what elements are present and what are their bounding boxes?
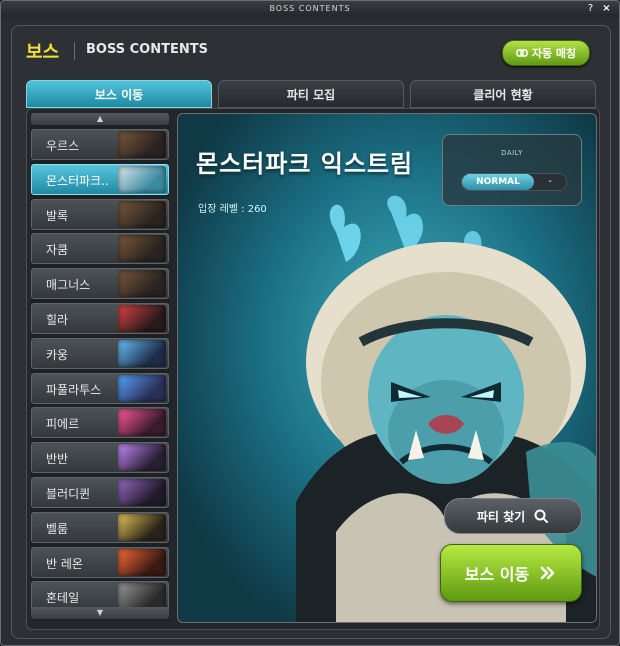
boss-name: 몬스터파크..	[46, 173, 109, 188]
scroll-down-button[interactable]: ▼	[31, 607, 169, 619]
boss-item-von-leon[interactable]: 반 레온	[31, 546, 169, 578]
boss-move-label: 보스 이동	[464, 565, 530, 584]
boss-thumbnail	[118, 513, 166, 541]
difficulty-normal: NORMAL	[462, 174, 534, 190]
boss-name: 자쿰	[46, 243, 69, 258]
boss-name: 피에르	[46, 417, 80, 432]
boss-name: 힐라	[46, 312, 69, 327]
boss-thumbnail	[118, 374, 166, 402]
chevron-down-icon: ▼	[96, 608, 104, 617]
boss-item-vellum[interactable]: 벨룸	[31, 511, 169, 543]
boss-thumbnail	[118, 131, 166, 158]
boss-move-button[interactable]: 보스 이동	[440, 544, 582, 602]
boss-detail: 몬스터파크 익스트림 입장 레벨 : 260 DAILY NORMAL - 파티…	[177, 113, 597, 623]
title-en: BOSS CONTENTS	[86, 42, 208, 57]
boss-name: 혼테일	[46, 591, 80, 606]
boss-item-zakum[interactable]: 자쿰	[31, 233, 169, 265]
help-button[interactable]: ?	[585, 3, 597, 15]
search-icon	[534, 509, 549, 523]
boss-thumbnail	[118, 478, 166, 506]
double-chevron-right-icon	[540, 566, 555, 580]
boss-item-pierre[interactable]: 피에르	[31, 407, 169, 439]
boss-name: 파풀라투스	[46, 382, 102, 397]
boss-item-hilla[interactable]: 힐라	[31, 302, 169, 334]
auto-match-label: 자동 매칭	[531, 47, 577, 60]
chevron-up-icon: ▲	[96, 114, 104, 123]
boss-item-kaung[interactable]: 카웅	[31, 337, 169, 369]
daily-label: DAILY	[501, 149, 523, 157]
tab-bar: 보스 이동 파티 모집 클리어 현황	[26, 80, 596, 108]
window-titlebar: BOSS CONTENTS ? ×	[1, 1, 619, 17]
tab-clear-status[interactable]: 클리어 현황	[410, 80, 596, 108]
find-party-label: 파티 찾기	[476, 509, 526, 524]
window-title: BOSS CONTENTS	[269, 4, 351, 13]
tab-label: 파티 모집	[286, 87, 336, 102]
boss-item-bloody-queen[interactable]: 블러디퀸	[31, 476, 169, 508]
boss-name: 반 레온	[46, 556, 83, 571]
boss-name: 카웅	[46, 347, 69, 362]
tab-label: 보스 이동	[94, 87, 144, 102]
difficulty-selector[interactable]: NORMAL -	[461, 173, 567, 191]
boss-item-balrog[interactable]: 발록	[31, 198, 169, 230]
boss-name: 우르스	[46, 139, 80, 153]
boss-item-papulatus[interactable]: 파풀라투스	[31, 372, 169, 404]
find-party-button[interactable]: 파티 찾기	[444, 498, 582, 534]
link-icon	[516, 49, 528, 57]
difficulty-count: -	[548, 176, 552, 187]
content-frame: 보스 BOSS CONTENTS 자동 매칭 보스 이동 파티 모집 클리어 현…	[11, 25, 611, 639]
boss-name: 매그너스	[46, 278, 91, 293]
boss-thumbnail	[118, 270, 166, 298]
boss-thumbnail	[118, 409, 166, 437]
boss-thumbnail	[118, 444, 166, 472]
scroll-up-button[interactable]: ▲	[31, 113, 169, 125]
boss-list-sidebar: ▲ 우르스 몬스터파크.. 발록 자쿰 매그너스 힐라 카웅 파풀라투스 피에르…	[31, 113, 169, 621]
entry-level: 입장 레벨 : 260	[198, 204, 267, 215]
auto-match-button[interactable]: 자동 매칭	[502, 40, 590, 66]
main-panel: ▲ 우르스 몬스터파크.. 발록 자쿰 매그너스 힐라 카웅 파풀라투스 피에르…	[26, 108, 600, 630]
title-divider	[74, 42, 75, 60]
boss-name: 벨룸	[46, 521, 69, 536]
tab-party-recruit[interactable]: 파티 모집	[218, 80, 404, 108]
boss-name: 반반	[46, 452, 69, 467]
boss-item-vonbon[interactable]: 반반	[31, 442, 169, 474]
boss-thumbnail	[118, 235, 166, 263]
title-ko: 보스	[26, 42, 60, 63]
tab-label: 클리어 현황	[473, 87, 533, 102]
boss-name: 발록	[46, 208, 69, 223]
boss-thumbnail	[118, 339, 166, 367]
header: 보스 BOSS CONTENTS 자동 매칭	[12, 26, 610, 74]
boss-thumbnail	[118, 200, 166, 228]
boss-contents-window: BOSS CONTENTS ? × 보스 BOSS CONTENTS 자동 매칭…	[0, 0, 620, 646]
selected-boss-title: 몬스터파크 익스트림	[196, 150, 414, 178]
boss-item-monster-park[interactable]: 몬스터파크..	[31, 163, 169, 195]
boss-list: 우르스 몬스터파크.. 발록 자쿰 매그너스 힐라 카웅 파풀라투스 피에르 반…	[31, 129, 169, 616]
close-button[interactable]: ×	[601, 3, 613, 15]
boss-name: 블러디퀸	[46, 486, 91, 501]
tab-boss-move[interactable]: 보스 이동	[26, 80, 212, 108]
boss-thumbnail	[118, 304, 166, 332]
boss-item-magnus[interactable]: 매그너스	[31, 268, 169, 300]
boss-item-urus[interactable]: 우르스	[31, 129, 169, 160]
boss-thumbnail	[118, 165, 166, 193]
boss-thumbnail	[118, 548, 166, 576]
